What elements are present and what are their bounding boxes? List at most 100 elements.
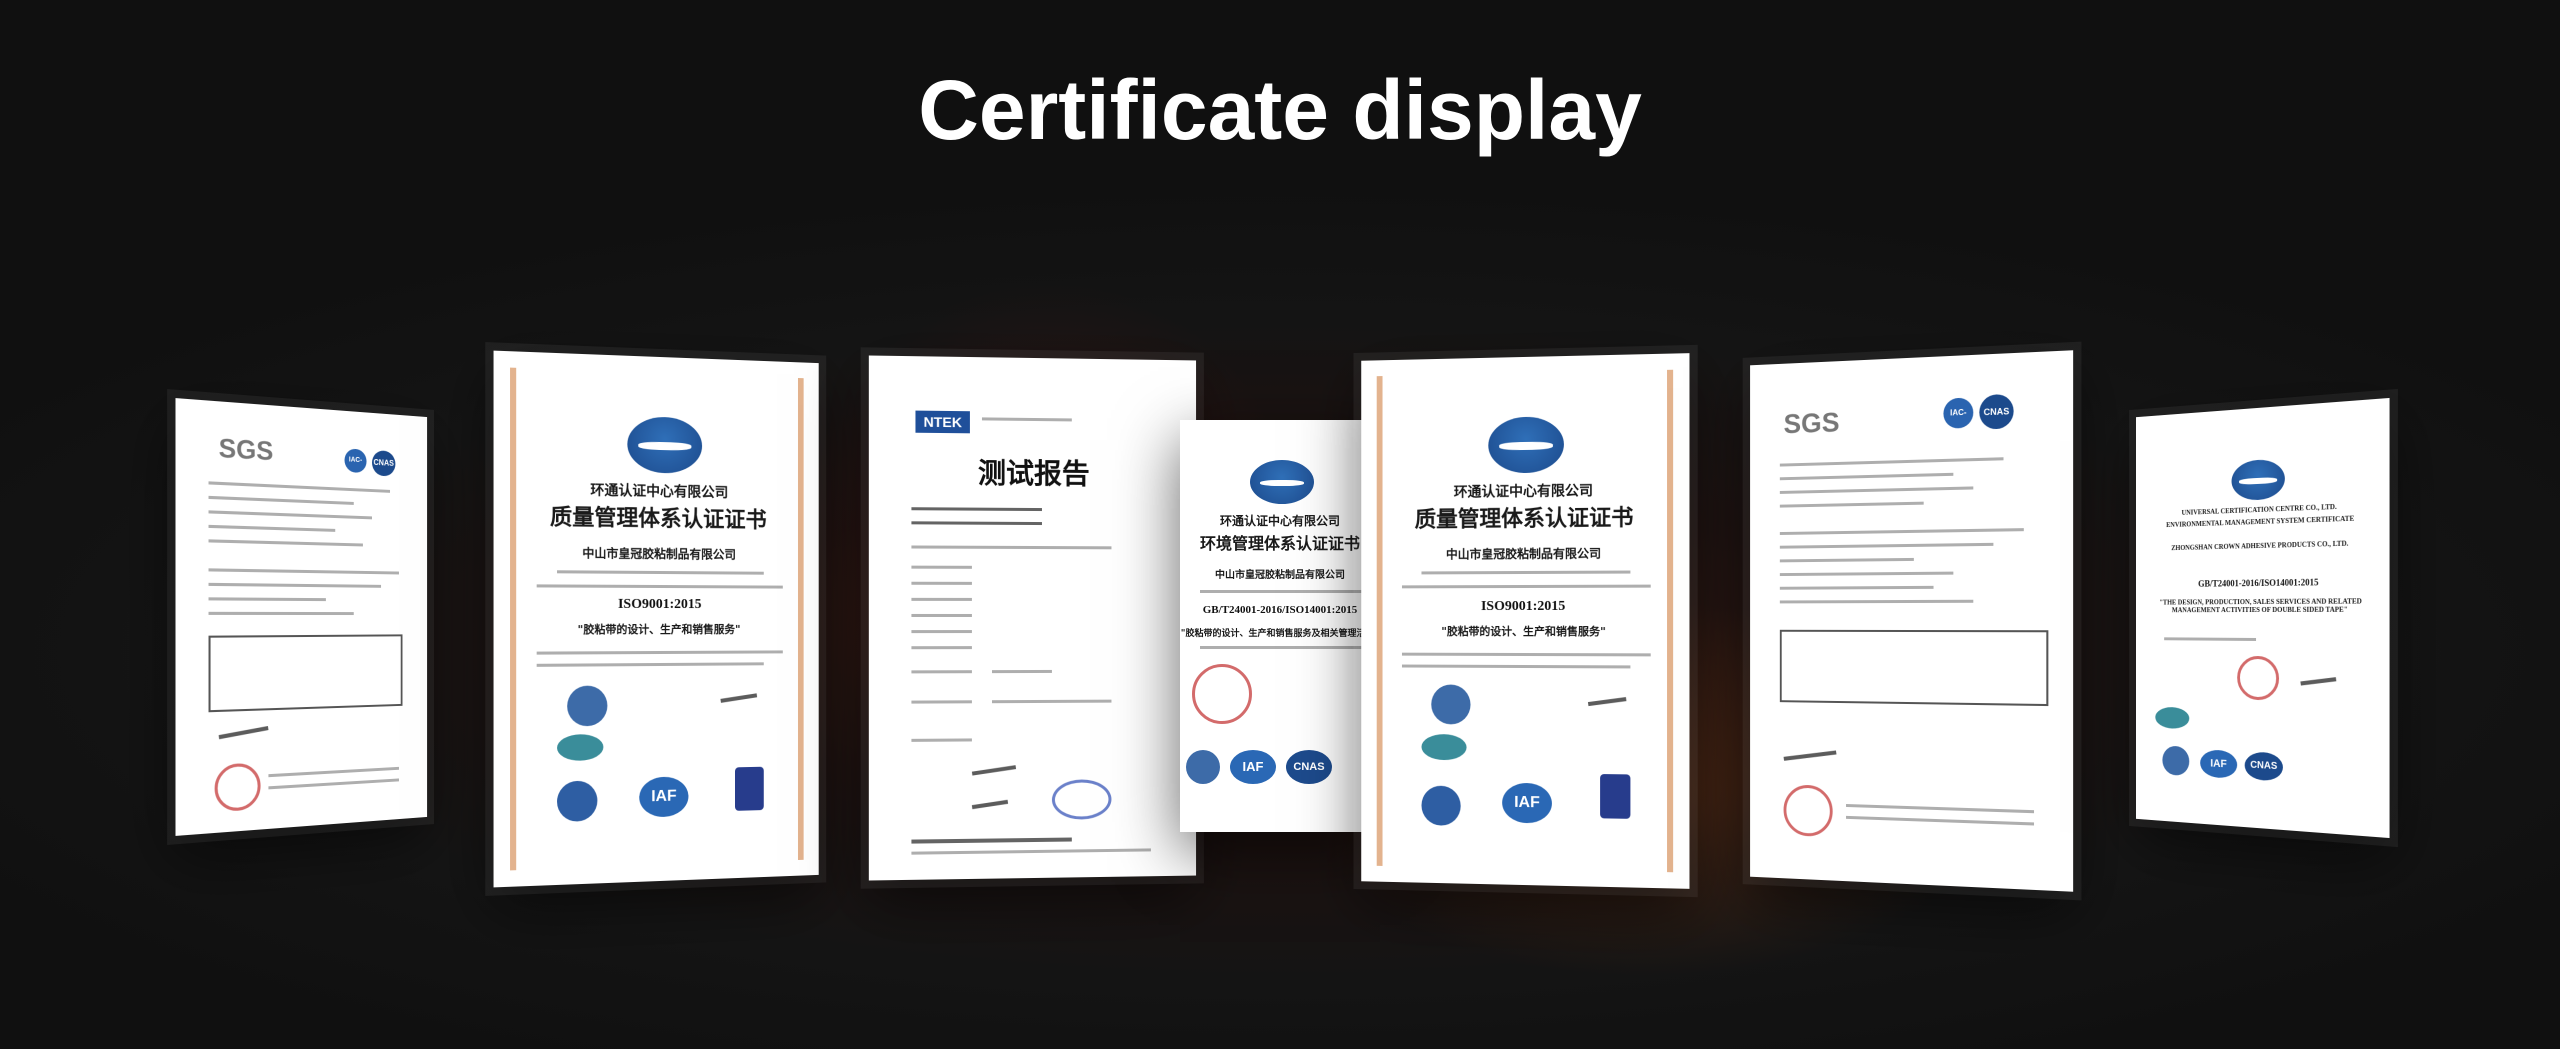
cnas-logo: CNAS <box>1286 750 1332 784</box>
standard-name: GB/T24001-2016/ISO14001:2015 <box>1202 604 1358 616</box>
cnas-badge: CNAS <box>1979 393 2014 430</box>
text-line <box>1779 528 2024 535</box>
company-name: 中山市皇冠胶粘制品有限公司 <box>582 546 736 562</box>
company-name: 中山市皇冠胶粘制品有限公司 <box>1215 570 1345 581</box>
test-report-ntek[interactable]: NTEK 测试报告 <box>868 355 1197 881</box>
iaf-logo: IAF <box>2200 749 2238 779</box>
report-heading: 测试报告 <box>977 456 1090 491</box>
text-line <box>911 630 972 634</box>
text-line <box>208 597 326 602</box>
text-line <box>1200 590 1370 593</box>
footer-text <box>1846 815 2035 826</box>
certificate-english-right[interactable]: UNIVERSAL CERTIFICATION CENTRE CO., LTD.… <box>2136 397 2390 839</box>
text-line <box>911 646 972 650</box>
footer-address <box>911 848 1151 855</box>
text-line <box>1779 457 2004 467</box>
text-line <box>911 507 1042 512</box>
certificate-heading: 质量管理体系认证证书 <box>1414 504 1634 533</box>
text-line <box>2164 637 2257 641</box>
round-logo <box>1431 684 1471 725</box>
text-line <box>911 545 1112 550</box>
red-seal <box>214 762 261 813</box>
text-line <box>1779 557 1914 563</box>
certification-center-emblem <box>2231 458 2285 502</box>
report-number <box>981 417 1072 422</box>
company-name: 中山市皇冠胶粘制品有限公司 <box>1445 546 1602 562</box>
text-line <box>911 565 972 569</box>
cnas-logo: CNAS <box>2244 751 2283 782</box>
text-line <box>991 669 1052 674</box>
blue-seal <box>1051 779 1112 820</box>
text-line <box>1779 585 1934 590</box>
accreditation-logo <box>1600 774 1631 819</box>
text-line <box>911 670 972 674</box>
footer-company <box>911 837 1072 844</box>
company-name: ZHONGSHAN CROWN ADHESIVE PRODUCTS CO., L… <box>2171 539 2349 553</box>
iac-mra-badge: IAC-MRA <box>344 448 367 488</box>
text-line <box>208 611 354 616</box>
certification-center-emblem <box>1250 460 1314 504</box>
teal-logo <box>1421 733 1467 761</box>
certificate-iso9001-left[interactable]: 环通认证中心有限公司 质量管理体系认证证书 中山市皇冠胶粘制品有限公司 ISO9… <box>493 350 819 888</box>
text-line <box>911 521 1042 526</box>
certificate-scope: "胶粘带的设计、生产和销售服务及相关管理活动" <box>1180 629 1380 639</box>
footer-text <box>1846 804 2035 814</box>
signature <box>971 765 1017 776</box>
text-line <box>208 582 382 588</box>
page-title: Certificate display <box>918 63 1642 157</box>
text-line <box>1779 501 1924 508</box>
certificate-iso9001-right[interactable]: 环通认证中心有限公司 质量管理体系认证证书 中山市皇冠胶粘制品有限公司 ISO9… <box>1361 353 1690 889</box>
standard-name: GB/T24001-2016/ISO14001:2015 <box>2198 577 2319 589</box>
results-table <box>1779 629 2049 707</box>
iaf-logo: IAF <box>1230 750 1276 784</box>
iaf-logo: IAF <box>1502 782 1552 824</box>
certificate-scope: "THE DESIGN, PRODUCTION, SALES SERVICES … <box>2159 597 2362 615</box>
cnas-badge: CNAS <box>372 450 396 477</box>
red-seal <box>2237 655 2280 701</box>
standard-name: ISO9001:2015 <box>617 596 702 613</box>
signature <box>1783 750 1837 761</box>
footer-text <box>268 766 399 778</box>
text-line <box>911 700 972 704</box>
text-line <box>208 495 354 505</box>
text-line <box>208 510 373 520</box>
iac-mra-badge: IAC-MRA <box>1943 397 1974 448</box>
text-line <box>1779 542 1994 549</box>
ucc-logo <box>1421 785 1461 826</box>
certificate-iso14001-center[interactable]: 环通认证中心有限公司 环境管理体系认证证书 中山市皇冠胶粘制品有限公司 GB/T… <box>1180 420 1380 832</box>
certificate-sgs-report-right[interactable]: SGS IAC-MRA CNAS <box>1750 350 2074 892</box>
sgs-logo: SGS <box>218 432 274 467</box>
signature <box>218 726 269 740</box>
text-line <box>208 524 336 532</box>
red-seal <box>1192 664 1252 724</box>
red-seal <box>1783 784 1833 838</box>
results-table <box>208 634 403 713</box>
certificate-heading: 质量管理体系认证证书 <box>549 504 767 534</box>
signature <box>971 799 1009 810</box>
text-line <box>991 699 1112 704</box>
sgs-logo: SGS <box>1783 406 1840 440</box>
text-line <box>911 613 972 617</box>
round-logo <box>2162 745 2190 777</box>
standard-name: ISO9001:2015 <box>1480 598 1566 615</box>
text-line <box>1779 599 1974 604</box>
text-line <box>911 738 972 742</box>
accreditation-logo <box>734 766 764 811</box>
text-line <box>1779 486 1974 494</box>
certificate-scope: "胶粘带的设计、生产和销售服务" <box>1441 624 1606 639</box>
footer-text <box>268 778 399 790</box>
signature <box>2300 677 2337 686</box>
text-line <box>911 597 972 601</box>
text-line <box>1779 571 1954 577</box>
issuer-name: 环通认证中心有限公司 <box>1219 514 1340 528</box>
text-line <box>1779 472 1954 481</box>
certificate-scope: "胶粘带的设计、生产和销售服务" <box>577 622 741 637</box>
certificate-heading: 环境管理体系认证证书 <box>1199 534 1360 553</box>
ntek-logo: NTEK <box>915 410 970 434</box>
teal-logo <box>2155 706 2190 730</box>
text-line <box>208 539 363 547</box>
round-logo <box>1186 750 1220 784</box>
text-line <box>911 581 972 585</box>
certificate-sgs-report-left[interactable]: SGS IAC-MRA CNAS <box>175 398 428 836</box>
text-line <box>208 568 399 575</box>
